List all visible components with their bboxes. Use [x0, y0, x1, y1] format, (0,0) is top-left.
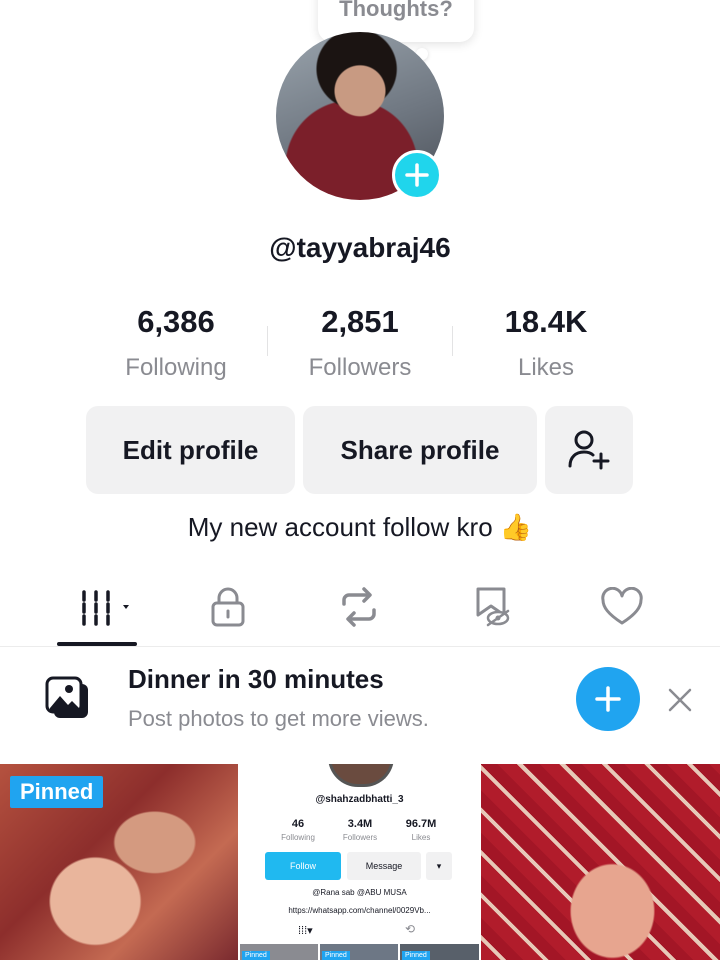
mini-followers-count: 3.4M: [347, 818, 373, 830]
tab-favorites[interactable]: [462, 584, 522, 630]
tab-videos[interactable]: [70, 584, 140, 630]
tab-reposts[interactable]: [329, 584, 389, 630]
mini-likes-count: 96.7M: [405, 818, 437, 830]
mini-pinned-badge: Pinned: [402, 951, 430, 960]
stat-divider: [452, 326, 453, 356]
mini-message-button: Message: [347, 852, 421, 880]
stat-likes[interactable]: 18.4K Likes: [456, 304, 636, 382]
pinned-badge: Pinned: [10, 776, 104, 808]
repost-icon: [342, 587, 376, 627]
mini-follow-button: Follow: [265, 852, 341, 880]
banner-subtitle: Post photos to get more views.: [128, 706, 429, 731]
mini-more-button: ▾: [426, 852, 452, 880]
stat-followers[interactable]: 2,851 Followers: [270, 304, 450, 382]
stat-following[interactable]: 6,386 Following: [86, 304, 266, 382]
heart-icon: [601, 587, 643, 625]
share-profile-button[interactable]: Share profile: [303, 406, 537, 494]
mini-thumb: Pinned: [320, 944, 398, 960]
mini-link: https://whatsapp.com/channel/0029Vb...: [288, 906, 431, 915]
plus-icon: [595, 686, 621, 712]
divider: [0, 646, 720, 647]
video-thumbnail-2[interactable]: @shahzadbhatti_3 46 Following 3.4M Follo…: [240, 764, 479, 960]
mini-following-count: 46: [291, 818, 305, 830]
create-post-button[interactable]: [576, 667, 640, 731]
likes-count: 18.4K: [504, 304, 588, 339]
followers-count: 2,851: [321, 304, 399, 339]
mini-grid-icon: ⁞⁞⁞▾: [298, 925, 313, 937]
note-bubble-text: Thoughts?: [339, 0, 453, 21]
bio: My new account follow kro 👍: [187, 512, 533, 542]
following-count: 6,386: [137, 304, 215, 339]
tab-private[interactable]: [198, 584, 258, 630]
lock-icon: [211, 587, 245, 627]
mini-repost-icon: ⟲: [405, 922, 416, 936]
video-thumbnail-3[interactable]: [481, 764, 720, 960]
mini-thumb: Pinned: [240, 944, 318, 960]
photos-icon: [44, 674, 92, 727]
stat-divider: [267, 326, 268, 356]
add-user-icon: [568, 430, 610, 470]
grid-icon: [82, 590, 129, 626]
following-label: Following: [125, 354, 227, 381]
mini-bio: @Rana sab @ABU MUSA: [312, 888, 407, 897]
mini-following-label: Following: [281, 833, 315, 842]
close-banner-button[interactable]: [666, 686, 694, 719]
mini-avatar: [328, 764, 394, 787]
mini-followers-label: Followers: [342, 833, 378, 842]
edit-profile-button[interactable]: Edit profile: [86, 406, 295, 494]
username: @tayyabraj46: [269, 232, 451, 263]
mini-pinned-badge: Pinned: [242, 951, 270, 960]
close-icon: [668, 688, 692, 712]
tab-liked[interactable]: [592, 584, 652, 630]
hidden-bookmark-icon: [476, 587, 510, 627]
mini-thumb: Pinned: [400, 944, 479, 960]
mini-username: @shahzadbhatti_3: [315, 794, 404, 805]
mini-likes-label: Likes: [411, 833, 431, 842]
banner-title: Dinner in 30 minutes: [128, 664, 384, 694]
followers-label: Followers: [308, 354, 412, 381]
add-friends-button[interactable]: [545, 406, 633, 494]
likes-label: Likes: [517, 354, 575, 381]
mini-pinned-badge: Pinned: [322, 951, 350, 960]
add-story-icon[interactable]: [392, 150, 442, 200]
